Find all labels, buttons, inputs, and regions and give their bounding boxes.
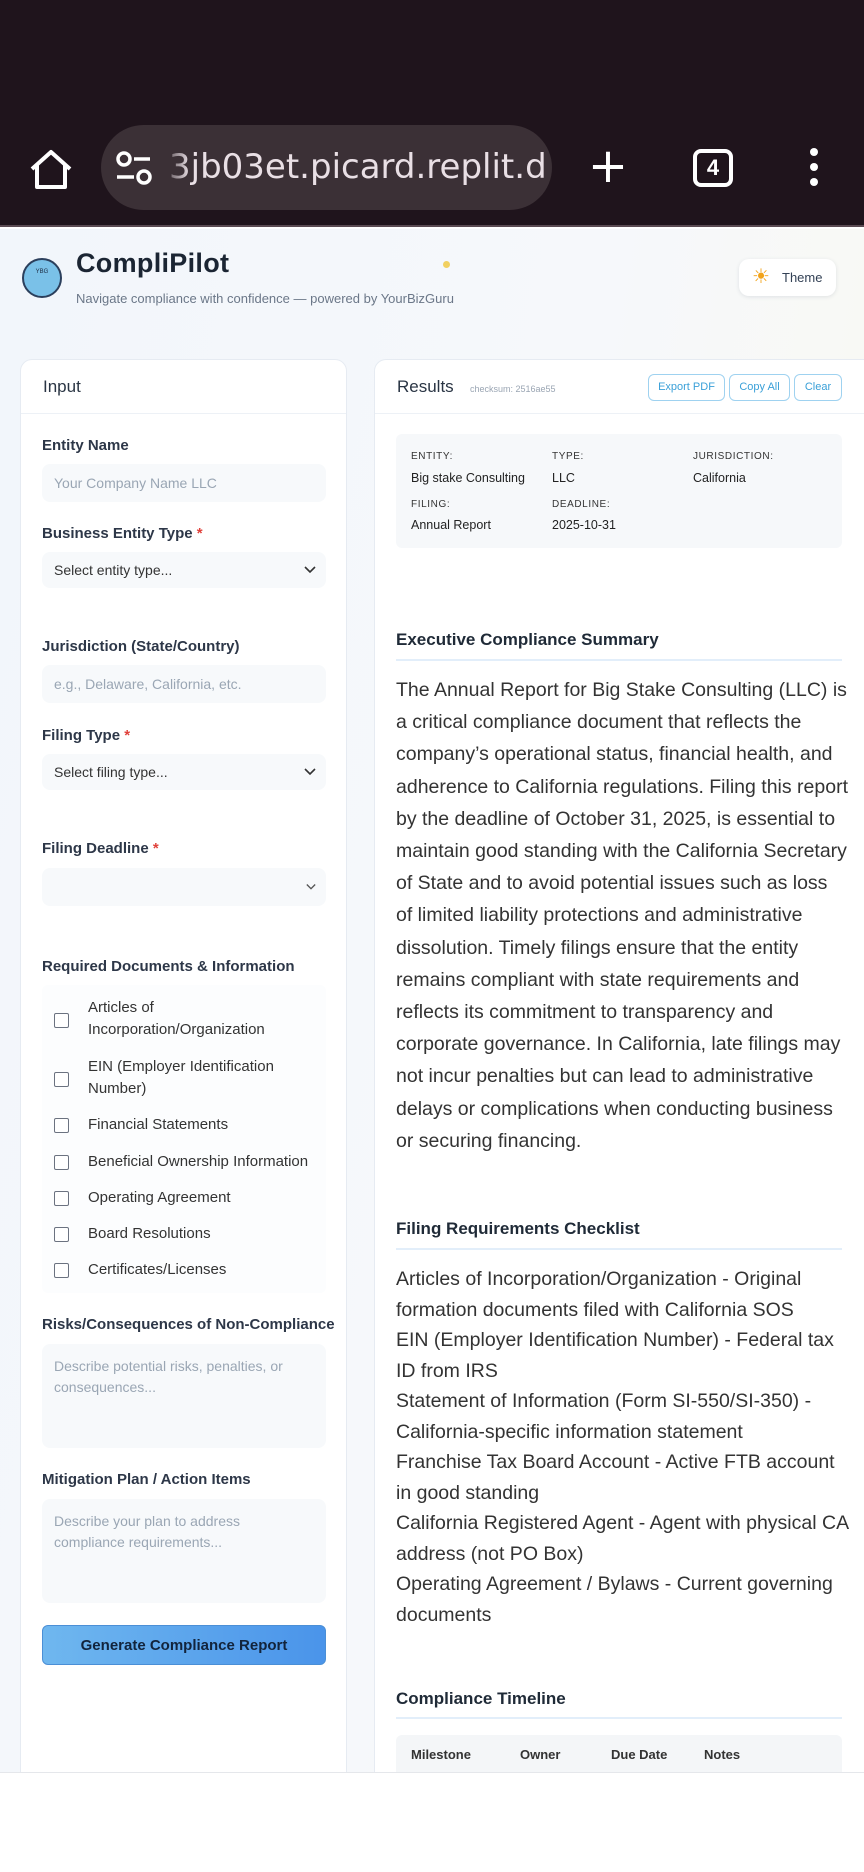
checkbox[interactable] (54, 1263, 69, 1278)
filing-type-value: Select filing type... (54, 764, 168, 780)
deadline-label: Filing Deadline * (42, 840, 159, 857)
meta-filing-value: Annual Report (411, 518, 491, 532)
checkbox[interactable] (54, 1118, 69, 1133)
new-tab-icon[interactable]: + (584, 142, 632, 190)
mitigation-placeholder: Describe your plan to address compliance… (54, 1513, 240, 1550)
input-title: Input (43, 377, 81, 396)
status-bar (0, 0, 864, 113)
timeline-divider (396, 1717, 842, 1719)
theme-toggle-button[interactable]: ☀ Theme (739, 259, 836, 296)
entity-name-label: Entity Name (42, 437, 129, 454)
risks-textarea[interactable]: Describe potential risks, penalties, or … (42, 1344, 326, 1448)
url-fade (160, 135, 190, 200)
checkbox[interactable] (54, 1155, 69, 1170)
meta-entity-value: Big stake Consulting (411, 471, 525, 485)
app-title: CompliPilot (76, 248, 230, 278)
checklist-divider (396, 1248, 842, 1250)
timeline-table-header: Milestone Owner Due Date Notes (396, 1735, 842, 1773)
meta-type-key: TYPE: (552, 451, 584, 462)
clear-button[interactable]: Clear (794, 374, 842, 401)
checkbox[interactable] (54, 1013, 69, 1028)
export-pdf-button[interactable]: Export PDF (648, 374, 725, 401)
doc-label: EIN (Employer Identification Number) (88, 1058, 274, 1097)
deadline-date-input[interactable] (42, 868, 326, 906)
results-card-header: Results (375, 360, 864, 414)
doc-label: Financial Statements (88, 1116, 229, 1133)
app-tagline: Navigate compliance with confidence — po… (76, 291, 454, 306)
home-icon[interactable] (28, 147, 74, 191)
col-notes: Notes (704, 1747, 741, 1762)
report-meta: ENTITY: Big stake Consulting TYPE: LLC J… (396, 434, 842, 548)
filing-type-select[interactable]: Select filing type... (42, 754, 326, 790)
filing-type-label: Filing Type * (42, 727, 131, 744)
doc-label: Beneficial Ownership Information (88, 1153, 309, 1170)
risks-placeholder: Describe potential risks, penalties, or … (54, 1358, 283, 1395)
docs-checklist: Articles of Incorporation/Organization E… (42, 985, 326, 1293)
docs-label: Required Documents & Information (42, 958, 295, 975)
meta-jurisdiction-key: JURISDICTION: (693, 451, 774, 462)
col-due-date: Due Date (611, 1747, 668, 1762)
col-owner: Owner (520, 1747, 561, 1762)
input-card-header: Input (21, 360, 346, 414)
checkbox[interactable] (54, 1072, 69, 1087)
risks-label: Risks/Consequences of Non-Compliance (42, 1316, 335, 1333)
logo: YBG (22, 258, 62, 298)
sparkle-icon (443, 261, 450, 268)
entity-type-select[interactable]: Select entity type... (42, 552, 326, 588)
meta-deadline-key: DEADLINE: (552, 499, 611, 510)
chevron-down-icon (304, 566, 316, 574)
bottom-blank-area (0, 1772, 864, 1872)
summary-divider (396, 659, 842, 661)
site-settings-icon[interactable] (115, 150, 153, 186)
meta-deadline-value: 2025-10-31 (552, 518, 616, 532)
entity-name-input[interactable]: Your Company Name LLC (42, 464, 326, 502)
url-text[interactable]: 3jb03et.picard.replit.dev (169, 145, 544, 189)
entity-type-value: Select entity type... (54, 562, 173, 578)
timeline-heading: Compliance Timeline (396, 1689, 566, 1708)
entity-type-label: Business Entity Type * (42, 525, 203, 542)
list-item: Operating Agreement / Bylaws - Current g… (396, 1573, 833, 1626)
meta-filing-key: FILING: (411, 499, 451, 510)
mitigation-label: Mitigation Plan / Action Items (42, 1471, 251, 1488)
theme-label: Theme (782, 270, 823, 285)
doc-label: Board Resolutions (88, 1225, 211, 1242)
list-item: EIN (Employer Identification Number) - F… (396, 1329, 834, 1382)
checklist-heading: Filing Requirements Checklist (396, 1219, 640, 1238)
doc-label: Articles of Incorporation/Organization (88, 999, 265, 1038)
jurisdiction-placeholder: e.g., Delaware, California, etc. (54, 676, 242, 692)
tab-switcher-button[interactable]: 4 (693, 149, 733, 187)
meta-type-value: LLC (552, 471, 575, 485)
requirements-list: Articles of Incorporation/Organization -… (396, 1264, 848, 1630)
summary-text: The Annual Report for Big Stake Consulti… (396, 679, 848, 1152)
jurisdiction-label: Jurisdiction (State/Country) (42, 638, 240, 655)
results-title: Results (397, 377, 454, 396)
doc-label: Operating Agreement (88, 1189, 231, 1206)
more-menu-icon[interactable] (806, 145, 822, 193)
mitigation-textarea[interactable]: Describe your plan to address compliance… (42, 1499, 326, 1603)
summary-heading: Executive Compliance Summary (396, 630, 659, 649)
checkbox[interactable] (54, 1191, 69, 1206)
copy-all-button[interactable]: Copy All (729, 374, 790, 401)
chevron-down-icon (306, 884, 316, 890)
list-item: California Registered Agent - Agent with… (396, 1512, 848, 1565)
meta-jurisdiction-value: California (693, 471, 746, 485)
chevron-down-icon (304, 768, 316, 776)
doc-label: Certificates/Licenses (88, 1261, 227, 1278)
meta-entity-key: ENTITY: (411, 451, 453, 462)
list-item: Franchise Tax Board Account - Active FTB… (396, 1451, 835, 1504)
list-item: Statement of Information (Form SI-550/SI… (396, 1390, 812, 1443)
col-milestone: Milestone (411, 1747, 471, 1762)
checksum-text: checksum: 2516ae55 (470, 384, 556, 394)
checkbox[interactable] (54, 1227, 69, 1242)
entity-name-placeholder: Your Company Name LLC (54, 475, 217, 491)
jurisdiction-input[interactable]: e.g., Delaware, California, etc. (42, 665, 326, 703)
sun-icon: ☀ (752, 266, 770, 288)
list-item: Articles of Incorporation/Organization -… (396, 1268, 802, 1321)
generate-report-button[interactable]: Generate Compliance Report (42, 1625, 326, 1665)
